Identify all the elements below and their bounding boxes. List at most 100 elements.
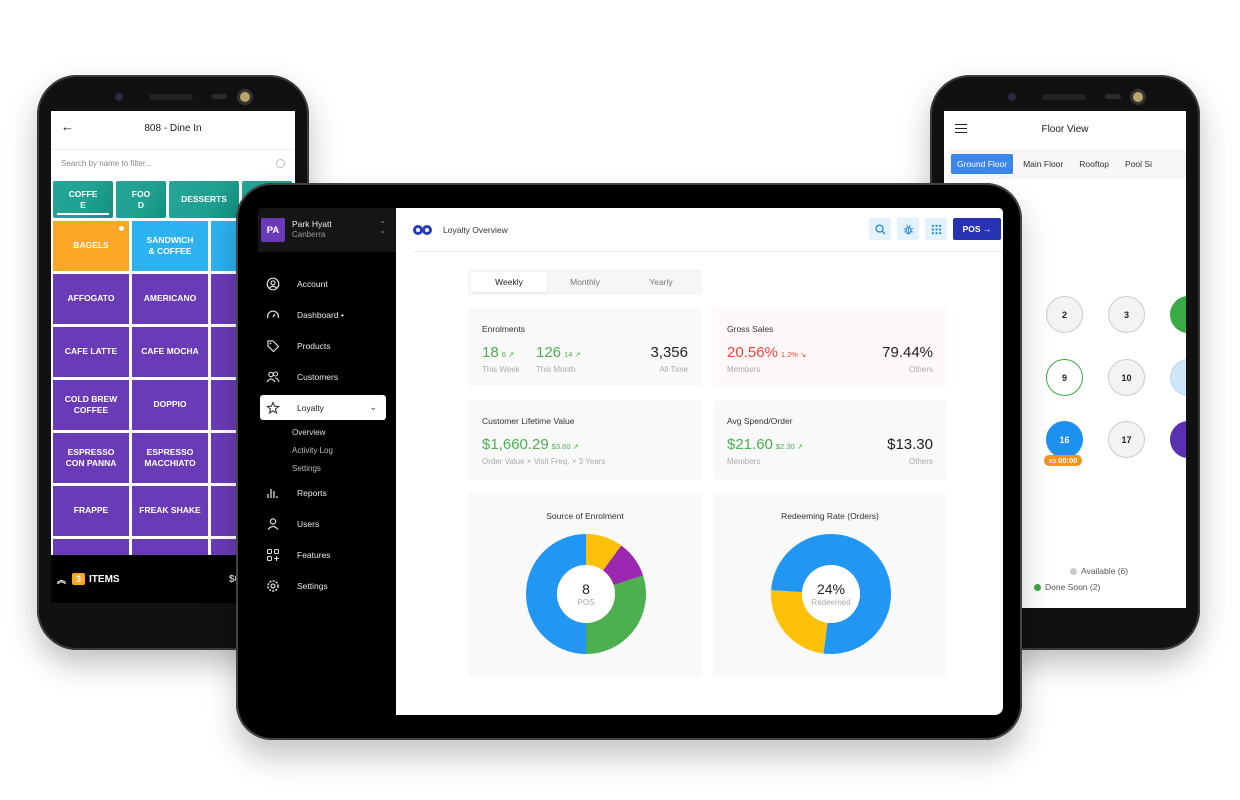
product-tile-label: AMERICANO	[143, 293, 197, 304]
sidebar-item-label: Customers	[297, 371, 339, 382]
apps-button[interactable]	[925, 218, 947, 240]
hamburger-menu-icon[interactable]	[955, 124, 967, 133]
product-tile[interactable]: FRAPPE	[53, 486, 129, 536]
sidebar-item-customers[interactable]: Customers	[258, 361, 396, 392]
table-9[interactable]: 9	[1046, 359, 1083, 396]
redeeming-rate-card: Redeeming Rate (Orders) 24% Redeemed	[713, 493, 947, 677]
clv-delta: $3.60 ↗	[551, 442, 579, 451]
period-tab-yearly[interactable]: Yearly	[623, 272, 699, 292]
sidebar-item-account[interactable]: Account	[258, 268, 396, 299]
submenu-item-overview[interactable]: Overview	[292, 423, 396, 441]
product-tile[interactable]: ESPRESSO CON PANNA	[53, 433, 129, 483]
enrolments-week-value: 18	[482, 344, 499, 361]
floor-tab[interactable]: Ground Floor	[951, 154, 1014, 174]
org-switcher[interactable]: PA Park Hyatt Canberra ⌃ ⌄	[258, 208, 396, 252]
donut-center-value: 8	[582, 581, 590, 597]
legend-label: Available (6)	[1081, 566, 1129, 576]
table-3[interactable]: 3	[1108, 296, 1145, 333]
pos-button[interactable]: POS →	[953, 218, 1001, 240]
product-tile[interactable]: SANDWICH & COFFEE	[132, 221, 208, 271]
sidebar: PA Park Hyatt Canberra ⌃ ⌄ Account Dashboa…	[258, 208, 396, 715]
period-tab-monthly[interactable]: Monthly	[547, 272, 623, 292]
category-tab[interactable]: FOO D	[116, 181, 166, 218]
donut-center-label: POS	[577, 598, 595, 607]
period-tab-weekly[interactable]: Weekly	[471, 272, 547, 292]
cart-items-label: ITEMS	[89, 573, 120, 585]
table-10[interactable]: 10	[1108, 359, 1145, 396]
tablet: PA Park Hyatt Canberra ⌃ ⌄ Account Dashboa…	[236, 183, 1022, 740]
product-tile[interactable]: BAGELS	[53, 221, 129, 271]
apps-grid-icon	[931, 224, 941, 234]
sidebar-item-label: Settings	[297, 580, 328, 591]
table-16[interactable]: 16	[1046, 421, 1083, 458]
search-placeholder: Search by name to filter...	[61, 159, 152, 168]
card-title: Customer Lifetime Value	[482, 416, 575, 426]
floor-tab[interactable]: Pool Si	[1119, 154, 1158, 174]
org-avatar: PA	[261, 218, 285, 242]
chart-title: Source of Enrolment	[546, 511, 624, 521]
table-partial[interactable]	[1170, 421, 1186, 458]
card-title: Enrolments	[482, 324, 525, 334]
product-tile-label: DOPPIO	[153, 399, 187, 410]
sidebar-item-label: Products	[297, 340, 331, 351]
sidebar-item-users[interactable]: Users	[258, 508, 396, 539]
brand-logo-icon	[413, 224, 433, 235]
grid-plus-icon	[266, 548, 280, 562]
page-title: Loyalty Overview	[443, 224, 508, 235]
org-location: Canberra	[292, 230, 326, 240]
sidebar-item-reports[interactable]: Reports	[258, 477, 396, 508]
users-icon	[266, 370, 280, 384]
submenu-item-settings[interactable]: Settings	[292, 459, 396, 477]
product-tile[interactable]: FREAK SHAKE	[132, 486, 208, 536]
clv-caption: Order Value × Visit Freq. × 3 Years	[482, 457, 606, 466]
product-tile[interactable]: CAFE MOCHA	[132, 327, 208, 377]
sidebar-item-dashboard[interactable]: Dashboard •	[258, 299, 396, 330]
enrolments-week-delta: 6 ↗	[501, 350, 515, 359]
table-partial[interactable]	[1170, 359, 1186, 396]
floor-tab[interactable]: Rooftop	[1073, 154, 1115, 174]
sidebar-item-products[interactable]: Products	[258, 330, 396, 361]
table-timer-badge: ▭ 00:00	[1044, 455, 1083, 466]
sidebar-item-label: Reports	[297, 487, 327, 498]
arrow-left-icon[interactable]: ←	[61, 119, 74, 134]
avg-spend-members-value: $21.60	[727, 436, 773, 453]
product-tile-label: ESPRESSO CON PANNA	[65, 446, 117, 468]
product-tile[interactable]: AMERICANO	[132, 274, 208, 324]
chevron-double-up-icon[interactable]: ︽	[57, 573, 66, 586]
product-tile[interactable]: CAFE LATTE	[53, 327, 129, 377]
sidebar-item-features[interactable]: Features	[258, 539, 396, 570]
product-tile-label: ESPRESSO MACCHIATO	[144, 446, 196, 468]
enrolments-week-caption: This Week	[482, 365, 520, 374]
legend-item: Done Soon (2)	[1034, 582, 1100, 592]
product-tile[interactable]: ESPRESSO MACCHIATO	[132, 433, 208, 483]
product-tile[interactable]: COLD BREW COFFEE	[53, 380, 129, 430]
bug-report-button[interactable]	[897, 218, 919, 240]
search-icon	[276, 159, 285, 168]
avg-spend-others-caption: Others	[908, 457, 933, 466]
table-17[interactable]: 17	[1108, 421, 1145, 458]
search-button[interactable]	[869, 218, 891, 240]
category-tab[interactable]: COFFE E	[53, 181, 113, 218]
user-circle-icon	[266, 277, 280, 291]
chevron-up-down-icon: ⌃ ⌄	[379, 220, 386, 235]
enrolments-month-value: 126	[536, 344, 562, 361]
table-2[interactable]: 2	[1046, 296, 1083, 333]
sidebar-item-loyalty[interactable]: Loyalty ⌄	[260, 395, 386, 420]
product-tile[interactable]: DOPPIO	[132, 380, 208, 430]
gross-sales-card: Gross Sales 20.56% 1.2% ↘ Members 79.44% …	[713, 308, 947, 386]
sidebar-item-label: Dashboard •	[297, 309, 344, 320]
product-tile[interactable]: AFFOGATO	[53, 274, 129, 324]
table-partial[interactable]	[1170, 296, 1186, 333]
sidebar-item-settings[interactable]: Settings	[258, 570, 396, 601]
pos-title: 808 - Dine In	[144, 122, 202, 134]
product-search-input[interactable]: Search by name to filter...	[51, 149, 295, 177]
floor-title: Floor View	[1041, 123, 1089, 135]
submenu-item-activity-log[interactable]: Activity Log	[292, 441, 396, 459]
clv-value: $1,660.29	[482, 436, 549, 453]
device-mockup-stage: ← 808 - Dine In Search by name to filter…	[0, 0, 1240, 800]
dashboard-screen: PA Park Hyatt Canberra ⌃ ⌄ Account Dashboa…	[258, 208, 1003, 715]
product-tile-label: CAFE LATTE	[64, 346, 118, 357]
light-sensor	[240, 92, 250, 102]
category-tab[interactable]: DESSERTS	[169, 181, 239, 218]
floor-tab[interactable]: Main Floor	[1017, 154, 1069, 174]
